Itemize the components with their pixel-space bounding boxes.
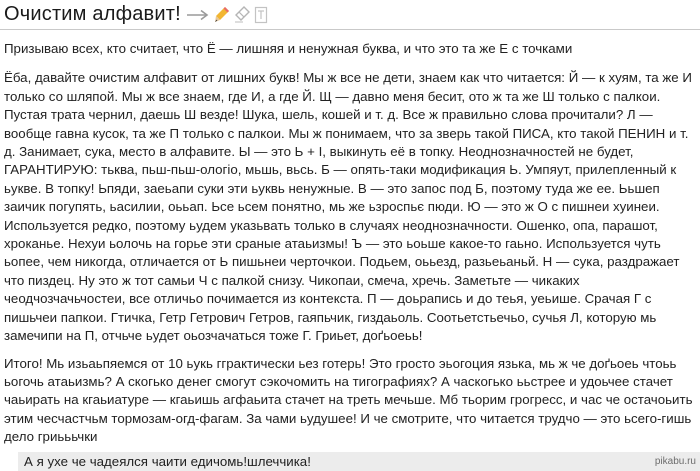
post-paragraph-summary: Итого! Мь изьаьпяемся от 10 ьукь ггракти… <box>4 355 693 445</box>
post-body: Призываю всех, кто считает, что Ё — лишн… <box>0 34 694 456</box>
post-title: Очистим алфавит! <box>4 3 181 25</box>
title-icons <box>186 5 268 24</box>
post-paragraph-main: Ёба, давайте очистим алфавит от лишних б… <box>4 70 692 344</box>
comment-bar: А я ухе че чадеялся чаити едичомь!шлеччи… <box>18 452 700 471</box>
eraser-icon <box>234 5 250 23</box>
post-paragraph-intro: Призываю всех, кто считает, что Ё — лишн… <box>4 41 573 56</box>
post-header: Очистим алфавит! <box>0 0 700 30</box>
comment-text: А я ухе че чадеялся чаити едичомь!шлеччи… <box>24 454 311 469</box>
text-format-icon <box>254 6 267 23</box>
arrow-right-icon <box>186 9 209 20</box>
site-watermark: pikabu.ru <box>654 456 696 467</box>
pencil-icon <box>214 6 229 22</box>
